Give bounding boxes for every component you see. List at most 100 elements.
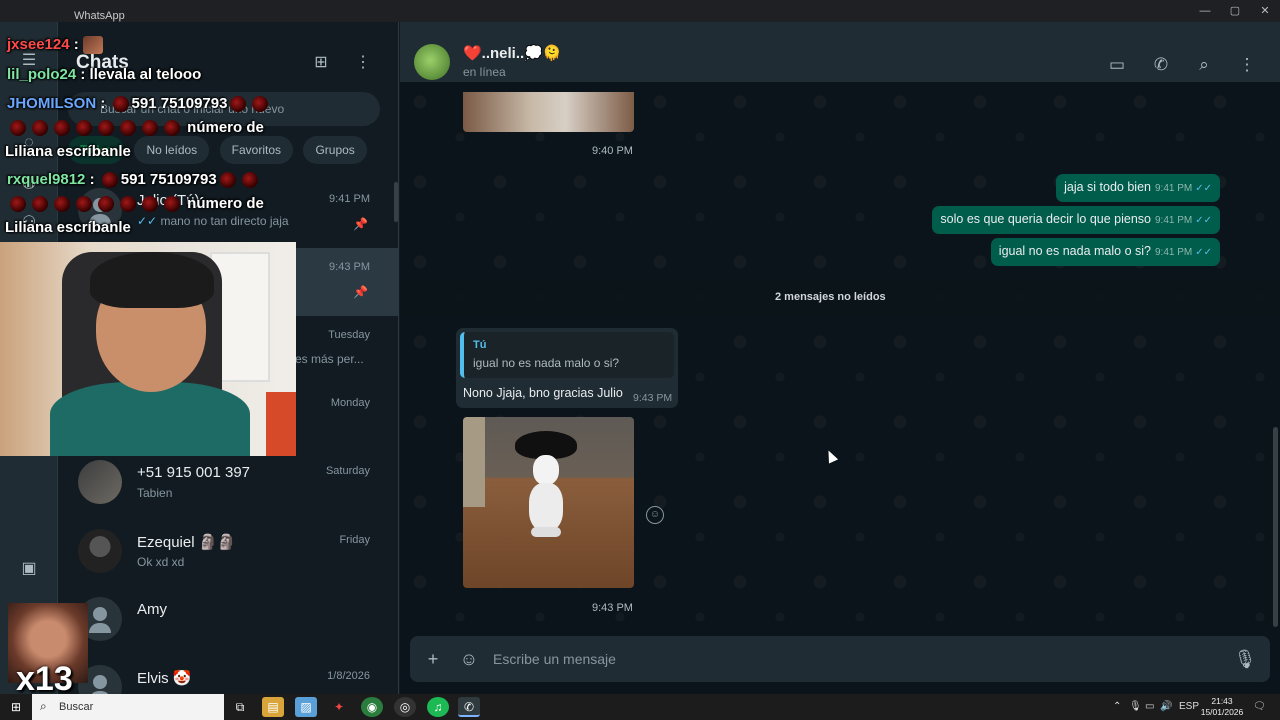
outgoing-message[interactable]: jaja si todo bien 9:41 PM ✓✓ <box>1056 174 1220 202</box>
message-input[interactable]: Escribe un mensaje <box>493 651 616 667</box>
image-detail <box>529 483 563 531</box>
microphone-icon[interactable]: 🎙 <box>1233 647 1257 671</box>
incoming-message[interactable]: Tú igual no es nada malo o si? Nono Jjaj… <box>456 328 678 408</box>
stream-chat-line: Liliana escríbanle <box>5 143 131 160</box>
contact-avatar[interactable] <box>414 44 450 80</box>
maximize-button[interactable]: ▢ <box>1220 3 1250 19</box>
window-titlebar: WhatsApp — ▢ ✕ <box>0 0 1280 22</box>
quote-text: igual no es nada malo o si? <box>473 356 620 370</box>
clock[interactable]: 21:43 15/01/2026 <box>1200 696 1244 718</box>
new-chat-icon[interactable]: ⊞ <box>308 52 334 76</box>
language-indicator[interactable]: ESP <box>1179 701 1199 712</box>
chat-time: 9:41 PM <box>329 193 370 205</box>
quoted-message[interactable]: Tú igual no es nada malo o si? <box>460 332 674 378</box>
file-explorer-icon[interactable]: ▤ <box>262 697 284 717</box>
chat-name: +51 915 001 397 <box>137 464 251 481</box>
stream-chat-user: JHOMILSON <box>7 95 97 112</box>
emote-icon <box>230 96 247 113</box>
obs-icon[interactable]: ◎ <box>394 697 416 717</box>
close-window-button[interactable]: ✕ <box>1250 3 1280 19</box>
image-message-partial[interactable] <box>463 92 634 132</box>
stream-chat-user: rxquel9812 <box>7 171 86 188</box>
message-text: jaja si todo bien <box>1064 180 1151 194</box>
window-title: WhatsApp <box>74 10 125 22</box>
unread-label: 2 mensajes no leídos <box>775 291 886 303</box>
chat-time: 9:43 PM <box>329 261 370 273</box>
chat-list-scrollbar[interactable] <box>394 182 398 222</box>
search-icon[interactable]: ⌕ <box>1191 52 1217 78</box>
message-composer: + ☺ Escribe un mensaje 🎙 <box>410 636 1270 682</box>
chat-preview: Ok xd xd <box>137 555 185 569</box>
whatsapp-icon[interactable]: ✆ <box>458 697 480 717</box>
read-ticks-icon: ✓✓ <box>1195 183 1212 194</box>
outgoing-message[interactable]: solo es que queria decir lo que pienso 9:… <box>932 206 1220 234</box>
outgoing-message[interactable]: igual no es nada malo o si? 9:41 PM ✓✓ <box>990 238 1220 266</box>
stream-chat-msg: número de <box>187 195 264 212</box>
stream-chat-line: Liliana escríbanle <box>5 219 131 236</box>
stream-chat-msg: número de <box>187 119 264 136</box>
pin-icon: 📌 <box>353 285 368 299</box>
react-emoji-icon[interactable]: ☺ <box>646 506 664 524</box>
stream-chat-user: lil_polo24 <box>7 66 77 83</box>
emote-icon <box>54 196 70 213</box>
message-text: Nono Jjaja, bno gracias Julio <box>463 386 623 400</box>
pin-icon: 📌 <box>353 217 368 231</box>
app-icon[interactable]: ✦ <box>328 697 350 717</box>
image-detail <box>531 527 561 537</box>
emote-icon <box>54 120 70 137</box>
contact-name[interactable]: ❤️..neli..💭🫠 <box>463 44 562 62</box>
stream-chat-line: JHOMILSON : 591 75109793 <box>7 95 271 113</box>
emote-icon <box>142 196 158 213</box>
microphone-icon[interactable]: 🎙 <box>1129 701 1142 712</box>
read-ticks-icon: ✓✓ <box>1195 215 1212 226</box>
network-icon[interactable]: ▭ <box>1145 701 1154 712</box>
message-time: 9:40 PM <box>592 145 633 157</box>
stream-chat-msg: Liliana escríbanle <box>5 219 131 236</box>
task-view-icon[interactable]: ⧉ <box>229 697 251 717</box>
chat-row[interactable]: +51 915 001 397 Tabien Saturday <box>58 452 398 520</box>
message-text: igual no es nada malo o si? <box>998 244 1151 258</box>
stream-chat-line: número de <box>7 195 264 213</box>
contact-status: en línea <box>463 65 506 79</box>
quote-author: Tú <box>473 339 487 351</box>
video-call-icon[interactable]: ▭ <box>1104 52 1130 78</box>
emote-icon <box>82 36 103 55</box>
chat-time: Saturday <box>325 465 370 477</box>
chat-row[interactable]: Ezequiel 🗿🗿 Ok xd xd Friday <box>58 521 398 589</box>
menu-icon[interactable]: ⋮ <box>1234 52 1260 78</box>
chat-row[interactable]: Julio (Tú) ✓✓ mano no tan directo jaja 9… <box>58 180 398 248</box>
conversation-scrollbar[interactable] <box>1273 427 1278 627</box>
webcam-detail <box>50 382 250 456</box>
filter-favorites[interactable]: Favoritos <box>219 136 293 164</box>
emote-icon <box>164 196 180 213</box>
volume-icon[interactable]: 🔊 <box>1160 701 1172 712</box>
chat-preview: es más per... <box>295 352 364 366</box>
sticker-icon[interactable]: ☺ <box>457 647 481 671</box>
emote-icon <box>241 172 258 189</box>
emote-icon <box>98 196 114 213</box>
tray-chevron-icon[interactable]: ⌃ <box>1113 701 1121 712</box>
stream-chat-msg: llevala al telooo <box>89 66 202 83</box>
chat-row[interactable]: Elvis 🤡 1/8/2026 <box>58 657 398 694</box>
chat-name: Elvis 🤡 <box>137 670 192 687</box>
menu-icon[interactable]: ⋮ <box>350 52 376 76</box>
chat-row[interactable]: Amy <box>58 589 398 657</box>
notepad-icon[interactable]: ▨ <box>295 697 317 717</box>
chrome-icon[interactable]: ◉ <box>361 697 383 717</box>
media-icon[interactable]: ▣ <box>16 556 42 582</box>
chat-name: Ezequiel 🗿🗿 <box>137 534 237 551</box>
clock-date: 15/01/2026 <box>1200 707 1244 717</box>
unread-divider: 2 mensajes no leídos <box>400 280 1280 316</box>
taskbar-search-label: Buscar <box>59 701 94 713</box>
windows-start-icon[interactable]: ⊞ <box>5 697 27 717</box>
taskbar-search[interactable]: ⌕ Buscar <box>32 694 224 720</box>
voice-call-icon[interactable]: ✆ <box>1148 52 1174 78</box>
minimize-button[interactable]: — <box>1190 3 1220 19</box>
image-message[interactable] <box>463 417 634 588</box>
filter-groups[interactable]: Grupos <box>303 136 367 164</box>
filter-unread[interactable]: No leídos <box>134 136 210 164</box>
chat-time: Monday <box>330 397 370 409</box>
spotify-icon[interactable]: ♫ <box>427 697 449 717</box>
attach-plus-icon[interactable]: + <box>421 647 445 671</box>
notifications-icon[interactable]: 🗨 <box>1253 701 1266 712</box>
